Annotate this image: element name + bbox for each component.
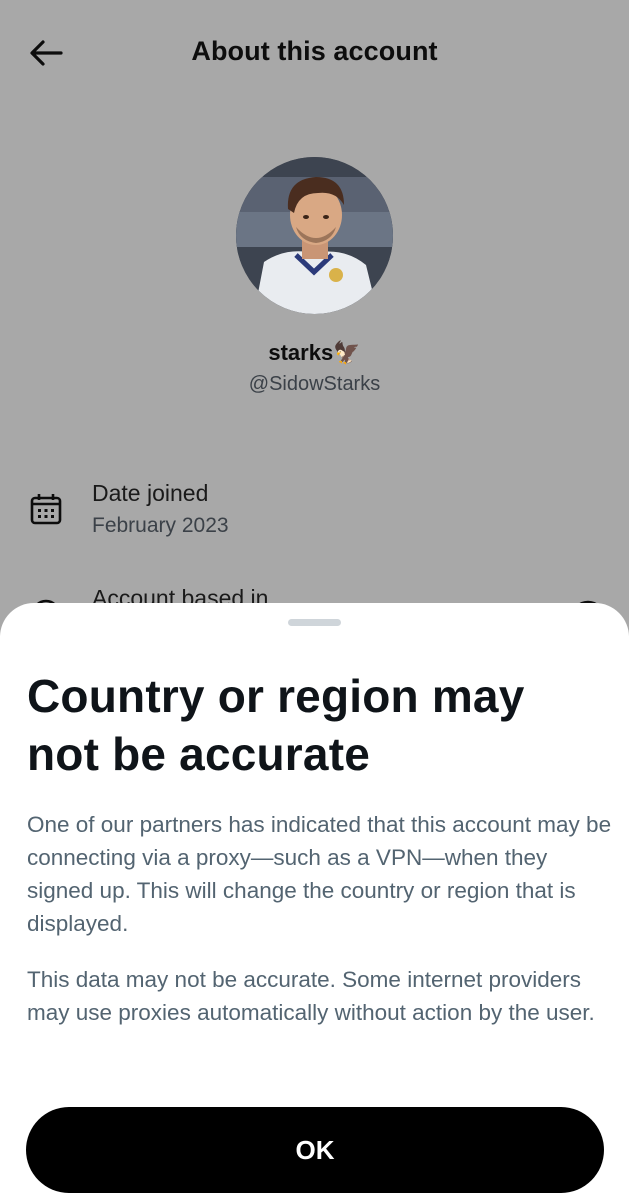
page-title: About this account <box>191 36 438 66</box>
ok-button[interactable]: OK <box>26 1107 604 1193</box>
display-name: starks🦅 <box>0 340 629 366</box>
date-joined-label: Date joined <box>92 480 209 506</box>
display-name-text: starks <box>268 340 334 365</box>
calendar-icon <box>30 494 62 525</box>
eagle-emoji: 🦅 <box>333 340 361 365</box>
sheet-paragraph-accuracy: This data may not be accurate. Some inte… <box>27 967 595 1025</box>
accuracy-bottom-sheet: Country or region may not be accurate On… <box>0 603 629 1200</box>
sheet-paragraph-proxy: One of our partners has indicated that t… <box>27 812 612 936</box>
sheet-title: Country or region may not be accurate <box>27 670 525 780</box>
username-handle: @SidowStarks <box>248 373 381 395</box>
avatar-portrait-image <box>236 157 393 314</box>
sheet-drag-handle[interactable] <box>288 619 341 626</box>
avatar[interactable] <box>236 157 393 314</box>
about-account-screen: About this account starks🦅 @SidowStarks <box>0 0 629 1200</box>
date-joined-value: February 2023 <box>92 514 229 537</box>
